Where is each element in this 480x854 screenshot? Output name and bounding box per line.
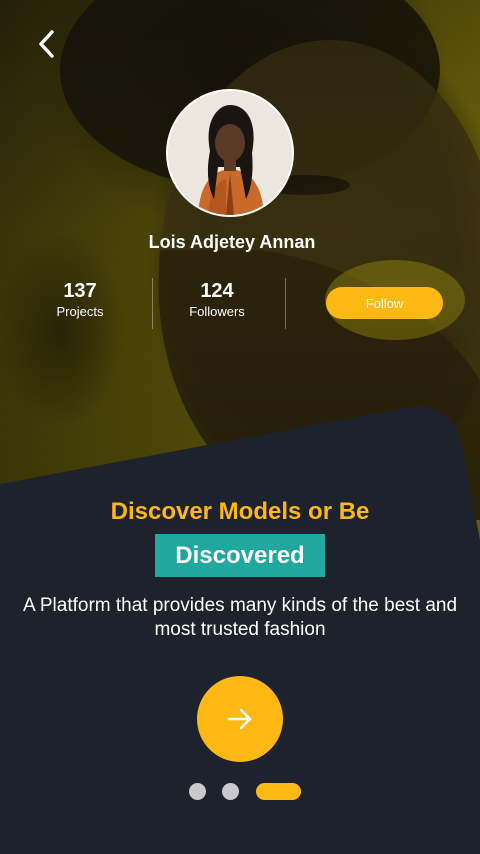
pager-dot-active[interactable] [256,783,301,800]
arrow-right-icon [227,708,252,730]
onboarding-headline: Discover Models or Be [110,498,370,525]
onboarding-description: A Platform that provides many kinds of t… [22,595,458,640]
pager-dot[interactable] [222,783,239,800]
onboarding-highlight: Discovered [155,534,325,577]
next-button[interactable] [197,676,283,762]
pager-dot[interactable] [189,783,206,800]
